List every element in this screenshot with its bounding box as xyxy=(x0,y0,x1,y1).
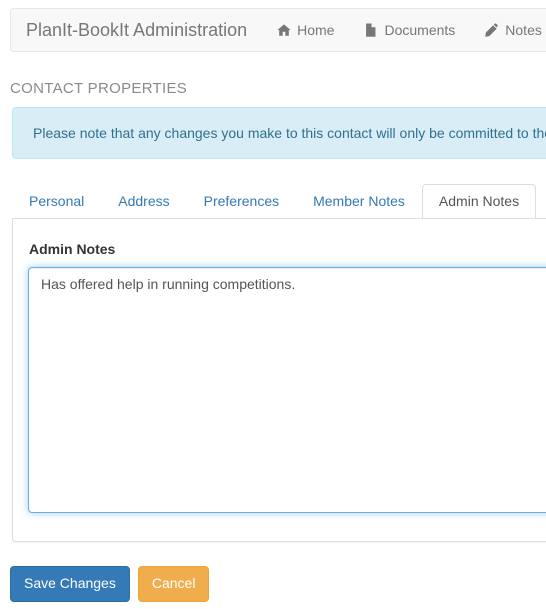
tab-preferences[interactable]: Preferences xyxy=(187,184,296,218)
nav-link-documents-label: Documents xyxy=(384,22,456,38)
save-changes-button[interactable]: Save Changes xyxy=(10,566,130,602)
tab-personal[interactable]: Personal xyxy=(12,184,101,218)
nav-link-home-label: Home xyxy=(297,22,335,38)
navbar-brand[interactable]: PlanIt-BookIt Administration xyxy=(11,20,262,40)
info-alert-text: Please note that any changes you make to… xyxy=(33,125,546,141)
document-icon xyxy=(364,23,378,37)
navbar-links: Home Documents Notes xyxy=(262,22,546,38)
nav-link-notes[interactable]: Notes xyxy=(470,22,546,38)
home-icon xyxy=(277,23,291,37)
navbar: PlanIt-BookIt Administration Home Docume… xyxy=(10,8,546,52)
tab-member-notes[interactable]: Member Notes xyxy=(296,184,422,218)
admin-notes-textarea[interactable] xyxy=(28,267,546,513)
tab-address[interactable]: Address xyxy=(101,184,186,218)
admin-notes-label: Admin Notes xyxy=(29,241,116,257)
tab-admin-notes[interactable]: Admin Notes xyxy=(421,184,537,218)
nav-link-documents[interactable]: Documents xyxy=(349,22,470,38)
nav-link-notes-label: Notes xyxy=(505,22,542,38)
form-actions: Save Changes Cancel xyxy=(10,566,210,602)
page-title: CONTACT PROPERTIES xyxy=(10,80,188,97)
tab-bar: Personal Address Preferences Member Note… xyxy=(12,184,546,218)
cancel-button[interactable]: Cancel xyxy=(137,566,210,602)
info-alert: Please note that any changes you make to… xyxy=(12,107,546,159)
pencil-icon xyxy=(485,23,499,37)
admin-notes-panel: Admin Notes xyxy=(12,218,546,542)
nav-link-home[interactable]: Home xyxy=(262,22,349,38)
